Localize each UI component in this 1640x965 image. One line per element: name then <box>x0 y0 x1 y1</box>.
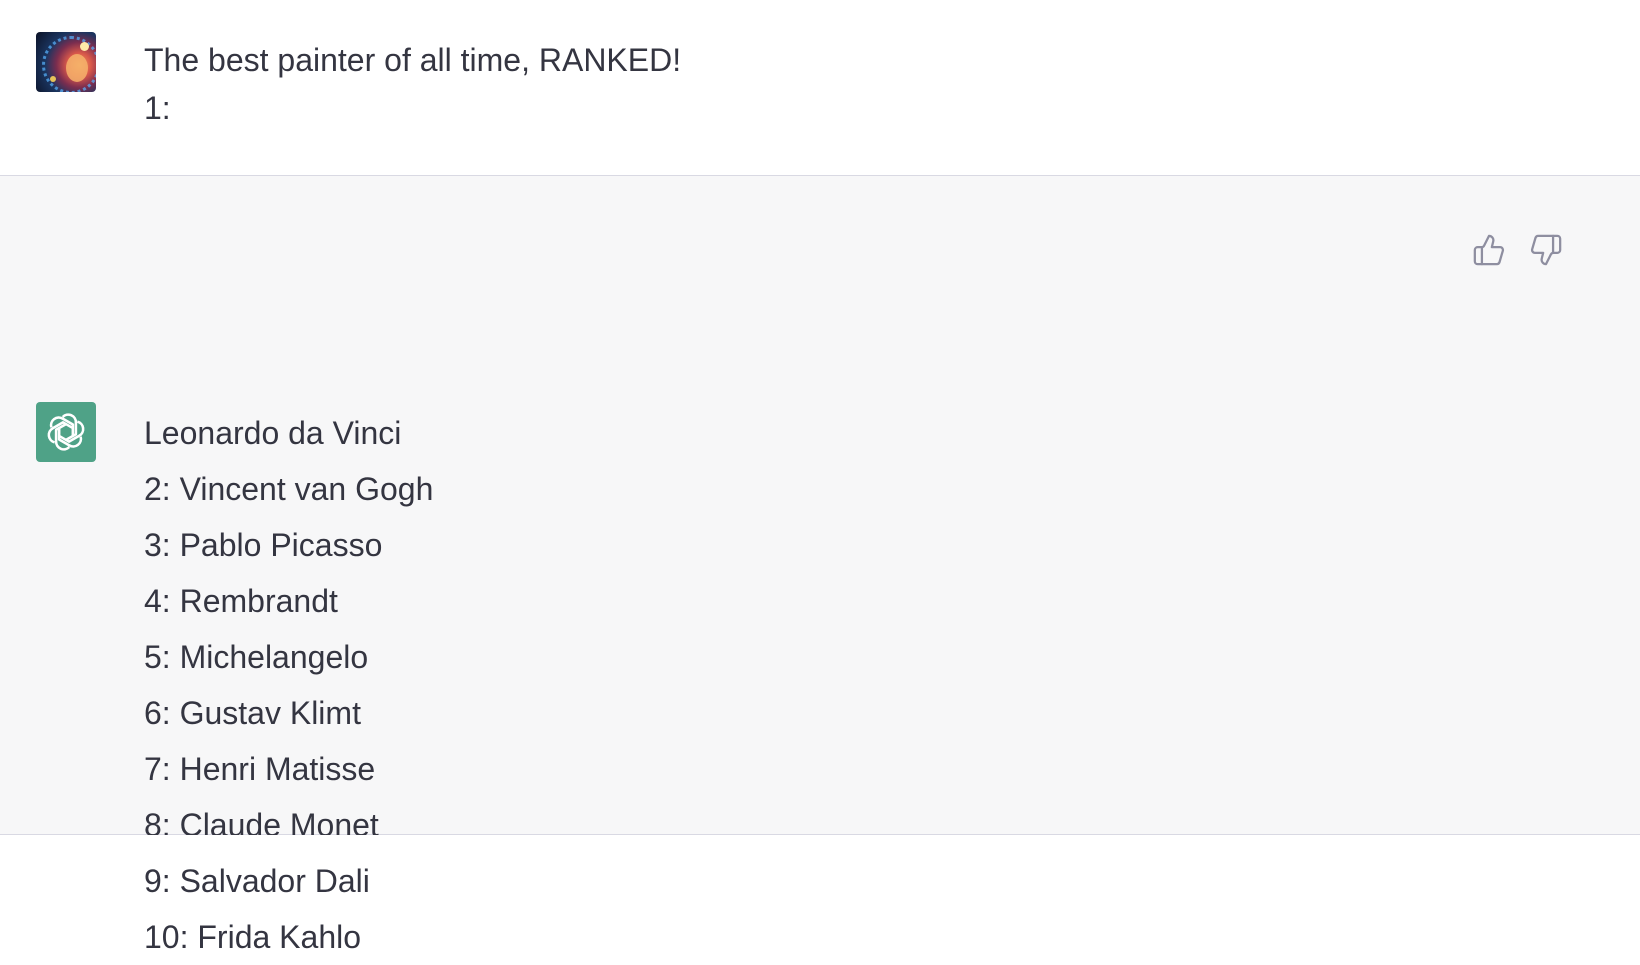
thumbs-down-button[interactable] <box>1527 230 1565 270</box>
page-background <box>0 835 1640 868</box>
thumbs-up-button[interactable] <box>1470 230 1508 270</box>
answer-item: 2: Vincent van Gogh <box>144 471 434 507</box>
answer-item: 5: Michelangelo <box>144 639 369 675</box>
answer-item: 6: Gustav Klimt <box>144 695 361 731</box>
user-message-row: The best painter of all time, RANKED! 1: <box>0 0 1640 176</box>
user-message-line: The best painter of all time, RANKED! <box>144 42 682 78</box>
user-message-text: The best painter of all time, RANKED! 1: <box>144 36 681 132</box>
thumbs-up-icon <box>1473 234 1505 266</box>
user-avatar <box>36 32 96 92</box>
user-message-line: 1: <box>144 90 171 126</box>
assistant-answer-list: Leonardo da Vinci 2: Vincent van Gogh 3:… <box>144 405 433 965</box>
answer-item: 3: Pablo Picasso <box>144 527 383 563</box>
thumbs-down-icon <box>1530 234 1562 266</box>
answer-item: 7: Henri Matisse <box>144 751 376 787</box>
answer-item: 10: Frida Kahlo <box>144 919 362 955</box>
assistant-message-row: Leonardo da Vinci 2: Vincent van Gogh 3:… <box>0 176 1640 955</box>
openai-logo-icon <box>36 402 96 462</box>
answer-item: Leonardo da Vinci <box>144 415 402 451</box>
answer-item: 4: Rembrandt <box>144 583 338 619</box>
